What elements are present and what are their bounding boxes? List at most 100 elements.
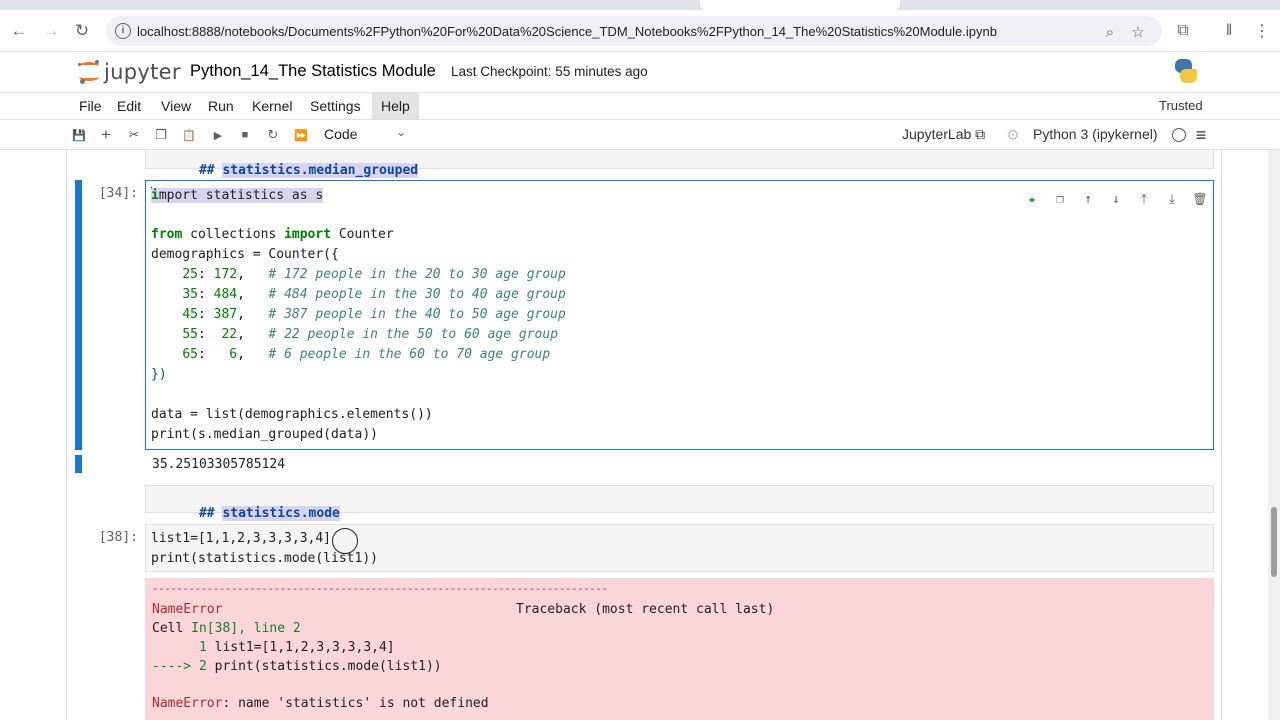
- reload-icon[interactable]: ↻: [70, 19, 94, 43]
- gear-icon[interactable]: ⚙: [1003, 125, 1023, 145]
- code-number: 22: [221, 327, 238, 342]
- jupyter-logo[interactable]: jupyter: [78, 58, 181, 86]
- code-token: ,: [237, 267, 269, 282]
- run-all-icon[interactable]: ⏩: [291, 125, 311, 145]
- code-comment: # 387 people in the 40 to 50 age group: [268, 307, 566, 322]
- code-comment: # 22 people in the 50 to 60 age group: [268, 327, 559, 342]
- url-field[interactable]: i localhost:8888/notebooks/Documents%2FP…: [106, 16, 1162, 46]
- code-number: 45: [182, 307, 198, 322]
- duplicate-cell-icon[interactable]: ❐: [1046, 189, 1074, 209]
- menu-file[interactable]: File: [70, 93, 111, 119]
- code-token: i: [151, 188, 159, 203]
- code-comment: # 484 people in the 30 to 40 age group: [268, 287, 566, 302]
- browser-active-tab[interactable]: [700, 0, 900, 10]
- copy-icon[interactable]: ❐: [151, 125, 171, 145]
- error-message: : name 'statistics' is not defined: [222, 696, 489, 711]
- traceback-source: list1=[1,1,2,3,3,3,3,4]: [206, 640, 395, 655]
- code-token: ,: [237, 287, 269, 302]
- line-number: 1: [152, 640, 207, 655]
- open-jupyterlab-link[interactable]: JupyterLab ⧉: [902, 126, 985, 143]
- code-token: Counter: [331, 227, 394, 242]
- error-name: NameError: [152, 602, 223, 617]
- markdown-cell-mode[interactable]: ## statistics.mode: [145, 485, 1214, 521]
- code-number: 35: [182, 287, 198, 302]
- site-info-icon[interactable]: i: [115, 23, 131, 39]
- insert-below-icon[interactable]: ⤓: [1158, 189, 1186, 209]
- last-checkpoint: Last Checkpoint: 55 minutes ago: [451, 64, 648, 79]
- menu-view[interactable]: View: [152, 93, 200, 119]
- save-icon[interactable]: 💾: [69, 125, 89, 145]
- cell-type-select[interactable]: Code: [324, 126, 357, 142]
- menu-edit[interactable]: Edit: [108, 93, 150, 119]
- markdown-hash: ##: [198, 506, 223, 521]
- browser-address-bar: ← → ↻ i localhost:8888/notebooks/Documen…: [0, 10, 1280, 52]
- python-logo-icon: [1174, 59, 1198, 83]
- code-keyword: import: [284, 227, 332, 242]
- code-line-1: list1=[1,1,2,3,3,3,3,4]: [151, 531, 332, 546]
- notebook-title[interactable]: Python_14_The Statistics Module: [190, 62, 436, 81]
- code-token: ,: [237, 307, 269, 322]
- ai-sparkle-icon[interactable]: ✦: [1018, 189, 1046, 209]
- add-cell-icon[interactable]: +: [96, 125, 116, 145]
- delete-cell-icon[interactable]: 🗑: [1186, 189, 1214, 209]
- code-token: :: [197, 307, 214, 322]
- bookmark-star-icon[interactable]: ☆: [1128, 22, 1148, 42]
- menu-run[interactable]: Run: [199, 93, 243, 119]
- restart-icon[interactable]: ↻: [263, 125, 283, 145]
- markdown-cell-median-grouped[interactable]: ## statistics.median_grouped: [145, 150, 1214, 178]
- notebook-toolbar: 💾 + ✂ ❐ 📋 ▶ ■ ↻ ⏩ Code ⌄ JupyterLab ⧉ ⚙ …: [0, 120, 1280, 150]
- paste-icon[interactable]: 📋: [179, 125, 199, 145]
- move-down-icon[interactable]: ↓: [1102, 189, 1130, 209]
- stop-icon[interactable]: ■: [235, 125, 255, 145]
- kernel-menu-icon[interactable]: ≡: [1191, 125, 1211, 145]
- menubar: File Edit View Run Kernel Settings Help …: [0, 92, 1280, 120]
- code-line-1: mport statistics as s: [158, 188, 324, 203]
- notebook-scrollbar[interactable]: [1268, 150, 1280, 720]
- code-token: :: [197, 287, 214, 302]
- menu-help[interactable]: Help: [372, 93, 419, 119]
- traceback-header: Traceback (most recent call last): [516, 602, 775, 617]
- url-text[interactable]: localhost:8888/notebooks/Documents%2FPyt…: [137, 24, 997, 39]
- cell-reference: In[38], line 2: [191, 621, 301, 636]
- scrollbar-thumb[interactable]: [1271, 507, 1277, 577]
- move-up-icon[interactable]: ↑: [1074, 189, 1102, 209]
- zoom-icon[interactable]: ⌕: [1100, 22, 1120, 42]
- extensions-icon[interactable]: ⧉: [1171, 19, 1195, 43]
- code-line-10: }): [151, 367, 167, 382]
- code-comment: # 172 people in the 20 to 30 age group: [268, 267, 566, 282]
- cut-icon[interactable]: ✂: [124, 125, 144, 145]
- menu-kernel[interactable]: Kernel: [243, 93, 301, 119]
- cell-prompt: [38]:: [98, 530, 138, 545]
- code-token: :: [197, 327, 222, 342]
- kernel-name[interactable]: Python 3 (ipykernel): [1033, 126, 1158, 142]
- kernel-status-icon: [1172, 128, 1186, 142]
- traceback-source: print(statistics.mode(list1)): [206, 659, 442, 674]
- trusted-indicator[interactable]: Trusted: [1152, 95, 1210, 117]
- browser-tab-strip: [0, 0, 1280, 10]
- active-cell-indicator[interactable]: [75, 180, 82, 450]
- code-cell-38-editor[interactable]: list1=[1,1,2,3,3,3,3,4] print(statistics…: [145, 524, 1214, 572]
- code-number: 172: [213, 267, 238, 282]
- side-panel-icon[interactable]: ‖: [1217, 19, 1241, 43]
- code-cell-34-editor[interactable]: import statistics as s from collections …: [145, 180, 1214, 450]
- menu-settings[interactable]: Settings: [301, 93, 370, 119]
- back-icon[interactable]: ←: [7, 19, 31, 43]
- code-number: 65: [182, 347, 198, 362]
- error-separator: ----------------------------------------…: [152, 582, 608, 595]
- forward-icon[interactable]: →: [39, 19, 63, 43]
- chevron-down-icon[interactable]: ⌄: [396, 125, 406, 139]
- browser-menu-icon[interactable]: ⋮: [1250, 19, 1274, 43]
- run-icon[interactable]: ▶: [208, 125, 228, 145]
- code-token: :: [197, 267, 214, 282]
- code-number: 387: [213, 307, 238, 322]
- code-token: :: [197, 347, 230, 362]
- jupyter-header: jupyter Python_14_The Statistics Module …: [0, 52, 1280, 92]
- jupyter-logo-text: jupyter: [104, 60, 181, 84]
- output-collapse-bar[interactable]: [75, 455, 82, 473]
- insert-above-icon[interactable]: ⤒: [1130, 189, 1158, 209]
- cell-label: Cell: [152, 621, 192, 636]
